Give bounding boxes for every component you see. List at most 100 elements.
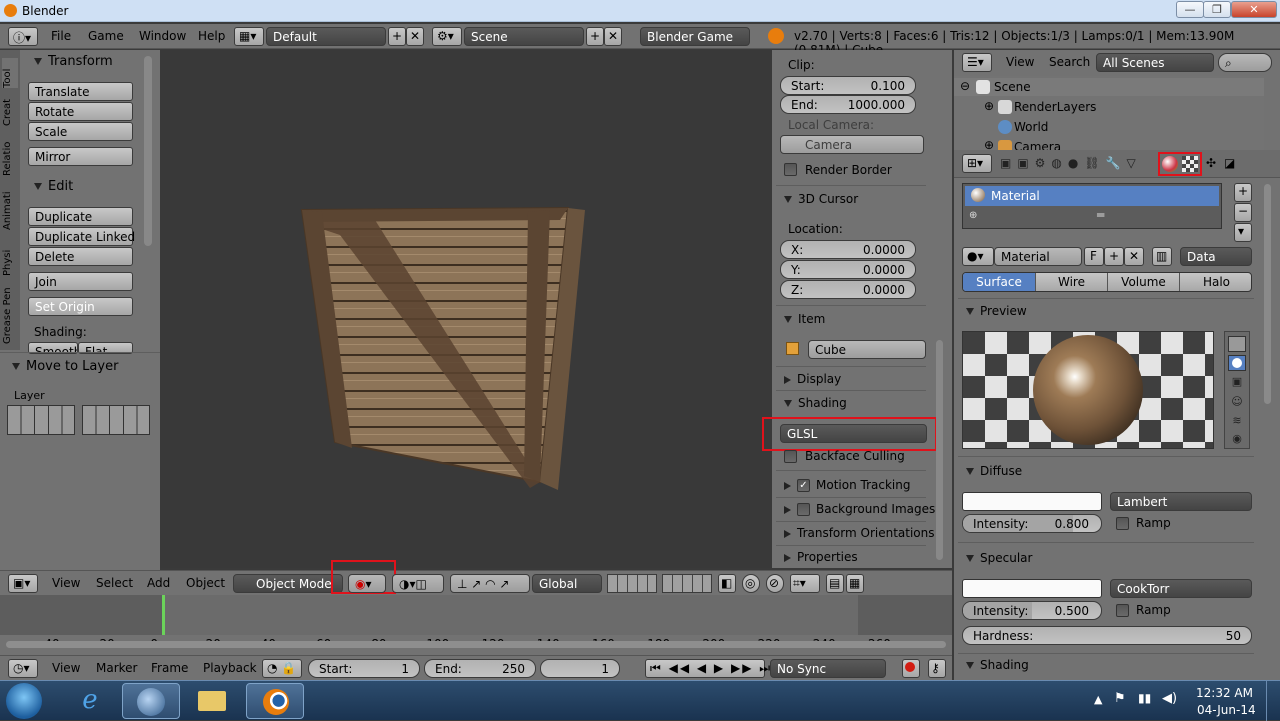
texture-tab-icon[interactable] [1182,156,1198,172]
render-border-checkbox[interactable] [784,163,797,176]
keying-icon[interactable]: ⚷ [928,659,946,678]
3d-cursor-header[interactable]: 3D Cursor [784,192,858,206]
outliner-search-input[interactable]: ⌕ [1218,53,1272,72]
add-slot-button[interactable]: + [1234,183,1252,202]
volume-icon[interactable]: ◀) [1162,691,1177,706]
timeline-scrollbar[interactable] [6,641,946,648]
lock-camera-icon[interactable]: ◧ [718,574,736,593]
3d-viewport[interactable] [160,50,772,568]
tab-animation[interactable]: Animati [2,182,18,230]
layer-grid-left[interactable] [7,405,75,435]
view-menu[interactable]: View [52,576,80,590]
background-images-checkbox[interactable] [797,503,810,516]
taskbar-app-globe[interactable] [122,683,180,719]
local-camera-field[interactable]: Camera [780,135,924,154]
timeline-editor-type[interactable]: ◷▾ [8,659,38,678]
properties-scrollbar[interactable] [936,340,943,560]
delete-button[interactable]: Delete [28,247,133,266]
render-engine-select[interactable]: Blender Game [640,27,750,46]
timeline-area[interactable]: -40-200204060801001201401601802002202402… [0,595,952,655]
edit-panel-header[interactable]: Edit [34,179,73,194]
clock-time[interactable]: 12:32 AM [1196,686,1253,700]
start-frame-field[interactable]: Start: 1 [308,659,420,678]
new-material-button[interactable]: + [1104,247,1124,266]
object-menu[interactable]: Object [186,576,225,590]
material-tab-icon[interactable] [1162,156,1178,172]
preview-header[interactable]: Preview [966,304,1027,318]
diffuse-header[interactable]: Diffuse [966,464,1022,478]
sync-select[interactable]: No Sync [770,659,886,678]
playback-menu[interactable]: Playback [203,661,257,675]
outliner-row-renderlayers[interactable]: ⊕ RenderLayers [954,98,1264,116]
properties-editor-scrollbar[interactable] [1264,184,1271,404]
outliner-row-camera[interactable]: ⊕ Camera [954,138,1264,150]
transform-panel-header[interactable]: Transform [34,54,113,69]
menu-file[interactable]: File [51,29,71,43]
add-layout-button[interactable]: + [388,27,406,46]
outliner-search-menu[interactable]: Search [1049,55,1090,69]
preview-hair-icon[interactable]: ≋ [1228,414,1246,430]
current-frame-indicator[interactable] [162,595,165,635]
mode-select[interactable]: Object Mode [233,574,343,593]
start-button[interactable] [6,683,42,719]
properties-editor-type[interactable]: ⊞▾ [962,154,992,173]
info-editor-type-button[interactable]: ⓘ▾ [8,27,38,46]
tab-physics[interactable]: Physi [2,240,18,276]
screen-layout-button[interactable]: ▦▾ [234,27,264,46]
slot-menu-button[interactable]: ▾ [1234,223,1252,242]
set-origin-select[interactable]: Set Origin [28,297,133,316]
manipulator-buttons[interactable]: ⊥ ↗ ◠ ↗ [450,574,530,593]
outliner-view-menu[interactable]: View [1006,55,1034,69]
show-desktop-button[interactable] [1266,681,1280,721]
playback-controls[interactable]: ⏮ ◀◀ ◀ ▶ ▶▶ ⏭ [645,659,770,678]
flag-icon[interactable]: ⚑ [1114,691,1126,706]
taskbar-app-blender[interactable] [246,683,304,719]
add-scene-button[interactable]: + [586,27,604,46]
marker-menu[interactable]: Marker [96,661,137,675]
snap-element-select[interactable]: ⌗▾ [790,574,820,593]
remove-slot-button[interactable]: − [1234,203,1252,222]
preview-range-button[interactable]: ◔ 🔒 [262,659,302,678]
layout-field[interactable]: Default [266,27,386,46]
outliner-scenes-select[interactable]: All Scenes [1096,53,1214,72]
toolshelf-scrollbar[interactable] [144,56,152,246]
outliner-row-scene[interactable]: ⊖ Scene [954,78,1264,96]
specular-shader-select[interactable]: CookTorr [1110,579,1252,598]
layer-buttons-right[interactable] [662,574,712,593]
join-button[interactable]: Join [28,272,133,291]
tab-relations[interactable]: Relatio [2,132,18,176]
transform-orientations-header[interactable]: Transform Orientations [784,526,935,540]
item-header[interactable]: Item [784,312,825,326]
outliner-row-world[interactable]: World [954,118,1264,136]
rotate-button[interactable]: Rotate [28,102,133,121]
material-name-field[interactable]: Material [994,247,1082,266]
diffuse-ramp-checkbox[interactable] [1116,517,1129,530]
tab-halo[interactable]: Halo [1179,273,1251,291]
tab-surface[interactable]: Surface [963,273,1035,291]
motion-tracking-checkbox[interactable]: ✓ [797,479,810,492]
preview-cube-icon[interactable]: ▣ [1228,375,1246,391]
motion-tracking-header[interactable]: ✓ Motion Tracking [784,478,910,492]
explorer-folder-icon[interactable] [190,685,234,717]
specular-color-swatch[interactable] [962,579,1102,598]
outliner-editor-type[interactable]: ☰▾ [962,53,992,72]
material-slot-list[interactable]: Material ⊕ ═ [962,183,1222,229]
properties-header[interactable]: Properties [784,550,858,564]
minimize-button[interactable]: — [1176,1,1204,18]
tab-wire[interactable]: Wire [1035,273,1107,291]
specular-ramp-checkbox[interactable] [1116,604,1129,617]
physics-tab-icon[interactable]: ◪ [1224,156,1235,170]
shading-mode-select[interactable]: GLSL [780,424,927,443]
tab-create[interactable]: Creat [2,92,18,126]
link-data-select[interactable]: Data [1180,247,1252,266]
clock-date[interactable]: 04-Jun-14 [1197,703,1256,717]
material-slot-row[interactable]: Material [965,186,1219,206]
record-button[interactable] [902,659,920,678]
snap-icon[interactable]: ⊘ [766,574,784,593]
preview-sky-icon[interactable]: ◉ [1228,432,1246,446]
clip-start-field[interactable]: Start: 0.100 [780,76,916,95]
node-tree-button[interactable]: ▥ [1152,247,1172,266]
cursor-y-field[interactable]: Y: 0.0000 [780,260,916,279]
display-header[interactable]: Display [784,372,841,386]
particles-tab-icon[interactable]: ✣ [1206,156,1216,170]
